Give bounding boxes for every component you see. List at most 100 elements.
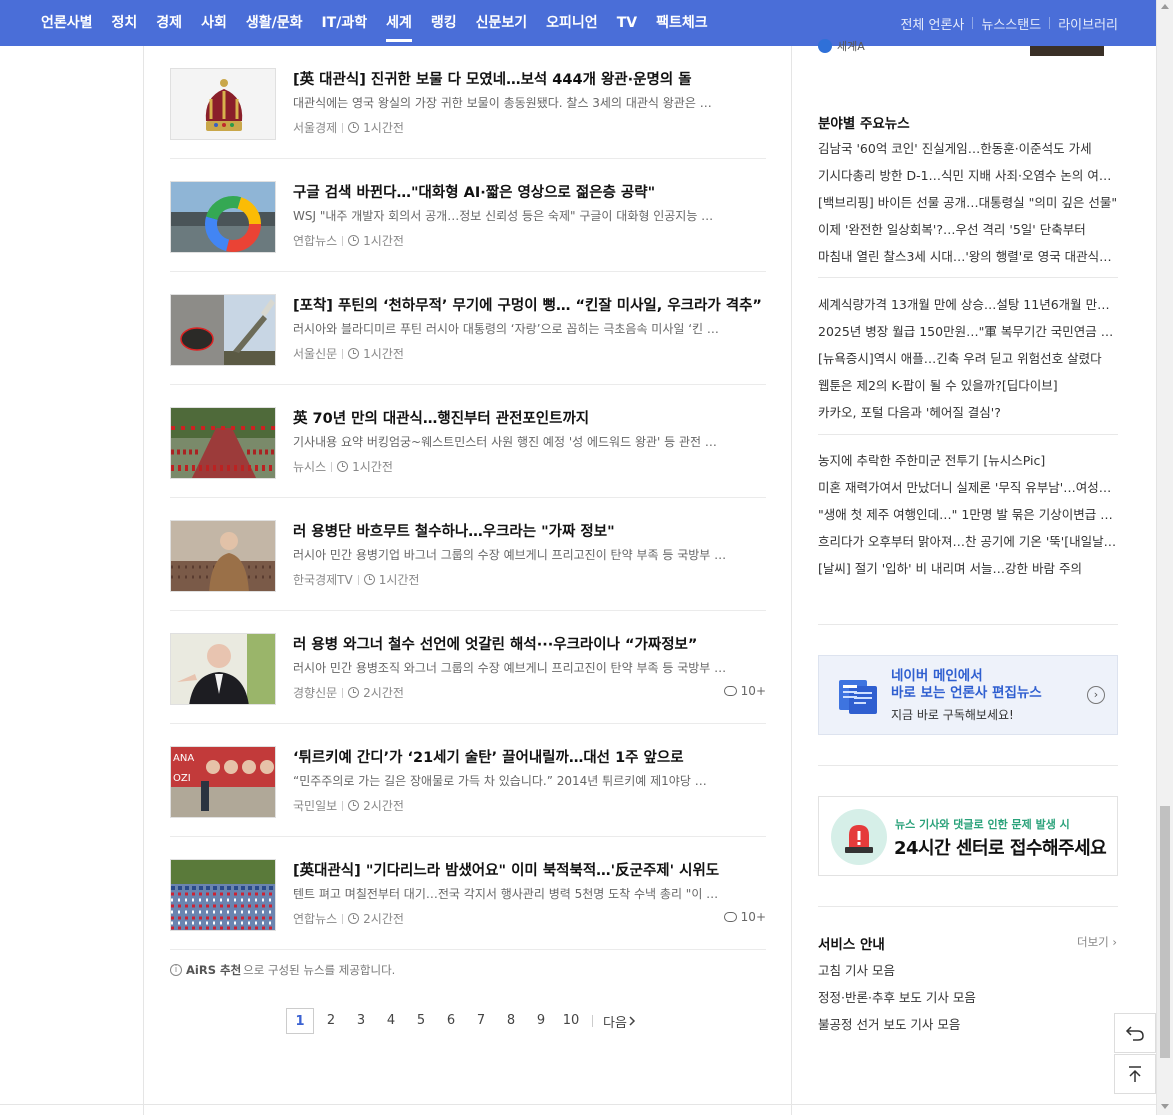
article-title[interactable]: 구글 검색 바뀐다…"대화형 AI·짧은 영상으로 젊은층 공략" <box>293 181 763 202</box>
article-item[interactable]: 英 70년 만의 대관식…행진부터 관전포인트까지 기사내용 요약 버킹엄궁~웨… <box>170 385 766 498</box>
article-item[interactable]: ANA OZI ‘튀르키예 간디’가 ‘21세기 술탄’ 끌어내릴까…대선 1주… <box>170 724 766 837</box>
article-title[interactable]: ‘튀르키예 간디’가 ‘21세기 술탄’ 끌어내릴까…대선 1주 앞으로 <box>293 746 763 767</box>
article-thumbnail[interactable] <box>170 633 276 705</box>
tab-life-culture[interactable]: 생활/문화 <box>246 0 303 46</box>
sidebar-top-thumbnail[interactable] <box>1030 46 1104 56</box>
press-name[interactable]: 국민일보 <box>293 797 337 814</box>
press-name[interactable]: 뉴시스 <box>293 458 326 475</box>
article-title[interactable]: 英 70년 만의 대관식…행진부터 관전포인트까지 <box>293 407 763 428</box>
page-5[interactable]: 5 <box>406 1008 436 1034</box>
newsstand-link[interactable]: 뉴스스탠드 <box>981 14 1041 33</box>
press-name[interactable]: 연합뉴스 <box>293 232 337 249</box>
page-4[interactable]: 4 <box>376 1008 406 1034</box>
press-name[interactable]: 한국경제TV <box>293 571 353 588</box>
sidebar-news-link[interactable]: 카카오, 포털 다음과 '헤어질 결심'? <box>818 399 1118 426</box>
service-link[interactable]: 정정·반론·추후 보도 기사 모음 <box>818 987 976 1006</box>
article-title[interactable]: 러 용병 와그너 철수 선언에 엇갈린 해석···우크라이나 “가짜정보” <box>293 633 763 654</box>
sidebar-news-link[interactable]: 흐리다가 오후부터 맑아져…찬 공기에 기온 '뚝'[내일날… <box>818 528 1118 555</box>
tab-society[interactable]: 사회 <box>201 0 227 46</box>
article-item[interactable]: 러 용병 와그너 철수 선언에 엇갈린 해석···우크라이나 “가짜정보” 러시… <box>170 611 766 724</box>
press-name[interactable]: 경향신문 <box>293 684 337 701</box>
undo-button[interactable] <box>1114 1013 1156 1053</box>
tab-it-science[interactable]: IT/과학 <box>321 0 367 46</box>
sidebar-news-link[interactable]: 세계식량가격 13개월 만에 상승…설탕 11년6개월 만에 … <box>818 291 1118 318</box>
scroll-up-arrow-icon[interactable] <box>1161 4 1169 9</box>
page-7[interactable]: 7 <box>466 1008 496 1034</box>
press-name[interactable]: 연합뉴스 <box>293 910 337 927</box>
tab-politics[interactable]: 정치 <box>112 0 138 46</box>
press-name[interactable]: 서울신문 <box>293 345 337 362</box>
article-item[interactable]: [英 대관식] 진귀한 보물 다 모였네…보석 444개 왕관·운명의 돌 대관… <box>170 46 766 159</box>
article-item[interactable]: [포착] 푸틴의 ‘천하무적’ 무기에 구멍이 뻥… “킨잘 미사일, 우크라가… <box>170 272 766 385</box>
sidebar-news-link[interactable]: 웹툰은 제2의 K-팝이 될 수 있을까?[딥다이브] <box>818 372 1118 399</box>
all-press-link[interactable]: 전체 언론사 <box>900 14 964 33</box>
sidebar-news-link[interactable]: 기시다총리 방한 D-1…식민 지배 사죄·오염수 논의 여부… <box>818 162 1118 189</box>
article-title[interactable]: [포착] 푸틴의 ‘천하무적’ 무기에 구멍이 뻥… “킨잘 미사일, 우크라가… <box>293 294 763 315</box>
press-name[interactable]: 서울경제 <box>293 119 337 136</box>
comment-count[interactable]: 10+ <box>723 910 766 924</box>
library-link[interactable]: 라이브러리 <box>1058 14 1118 33</box>
article-summary: 기사내용 요약 버킹엄궁~웨스트민스터 사원 행진 예정 '성 에드워드 왕관'… <box>293 435 717 449</box>
next-page-label: 다음 <box>603 1015 627 1031</box>
tab-ranking[interactable]: 랭킹 <box>431 0 457 46</box>
sidebar-top-partial[interactable]: 세계A <box>818 38 865 54</box>
tab-factcheck[interactable]: 팩트체크 <box>656 0 708 46</box>
undo-icon <box>1125 1026 1144 1041</box>
article-summary: 러시아 민간 용병기업 바그너 그룹의 수장 예브게니 프리고진이 탄약 부족 … <box>293 548 727 562</box>
airs-label[interactable]: AiRS 추천 <box>186 962 241 978</box>
sidebar-news-link[interactable]: 미혼 재력가여서 만났더니 실제론 '무직 유부남'…여성… <box>818 474 1118 501</box>
sidebar-news-link[interactable]: 김남국 '60억 코인' 진실게임…한동훈·이준석도 가세 <box>818 135 1118 162</box>
page-9[interactable]: 9 <box>526 1008 556 1034</box>
next-page-button[interactable]: 다음 <box>603 1012 637 1031</box>
sidebar-news-link[interactable]: 2025년 병장 월급 150만원…"軍 복무기간 국민연금 강… <box>818 318 1118 345</box>
article-item[interactable]: 러 용병단 바흐무트 철수하나…우크라는 "가짜 정보" 러시아 민간 용병기업… <box>170 498 766 611</box>
article-thumbnail[interactable] <box>170 181 276 253</box>
article-thumbnail[interactable]: ANA OZI <box>170 746 276 818</box>
page-2[interactable]: 2 <box>316 1008 346 1034</box>
sidebar-news-link[interactable]: 마침내 열린 찰스3세 시대…'왕의 행렬'로 영국 대관식… <box>818 243 1118 270</box>
tab-economy[interactable]: 경제 <box>156 0 182 46</box>
page-3[interactable]: 3 <box>346 1008 376 1034</box>
article-thumbnail[interactable] <box>170 294 276 366</box>
article-thumbnail[interactable] <box>170 407 276 479</box>
comment-count[interactable]: 10+ <box>723 684 766 698</box>
page-10[interactable]: 10 <box>556 1008 586 1034</box>
tab-tv[interactable]: TV <box>617 0 637 46</box>
left-border <box>143 46 144 1115</box>
divider <box>342 687 344 698</box>
article-title[interactable]: 러 용병단 바흐무트 철수하나…우크라는 "가짜 정보" <box>293 520 763 541</box>
sidebar-news-link[interactable]: [뉴욕증시]역시 애플…긴축 우려 딛고 위험선호 살렸다 <box>818 345 1118 372</box>
article-thumbnail[interactable] <box>170 520 276 592</box>
article-item[interactable]: [英대관식] "기다리느라 밤샜어요" 이미 북적북적…'反군주제' 시위도 텐… <box>170 837 766 950</box>
sidebar-news-link[interactable]: [백브리핑] 바이든 선물 공개…대통령실 "의미 깊은 선물" <box>818 189 1118 216</box>
banner-title: 네이버 메인에서 바로 보는 언론사 편집뉴스 <box>891 668 1042 702</box>
report-center-banner[interactable]: 뉴스 기사와 댓글로 인한 문제 발생 시 24시간 센터로 접수해주세요 <box>818 796 1118 876</box>
divider <box>818 906 1118 907</box>
scroll-down-arrow-icon[interactable] <box>1161 1104 1169 1109</box>
sidebar-news-link[interactable]: "생애 첫 제주 여행인데…" 1만명 발 묶은 기상이변급 … <box>818 501 1118 528</box>
tab-newspaper[interactable]: 신문보기 <box>476 0 528 46</box>
info-icon[interactable]: i <box>170 964 182 976</box>
sidebar-news-link[interactable]: [날씨] 절기 '입하' 비 내리며 서늘…강한 바람 주의 <box>818 555 1118 582</box>
page-8[interactable]: 8 <box>496 1008 526 1034</box>
sidebar-news-link[interactable]: 이제 '완전한 일상회복'?…우선 격리 '5일' 단축부터 <box>818 216 1118 243</box>
scrollbar[interactable] <box>1156 0 1173 1115</box>
subscribe-banner[interactable]: 네이버 메인에서 바로 보는 언론사 편집뉴스 지금 바로 구독해보세요! › <box>818 655 1118 735</box>
page-1[interactable]: 1 <box>286 1008 314 1034</box>
tab-world[interactable]: 세계 <box>386 0 412 46</box>
article-title[interactable]: [英 대관식] 진귀한 보물 다 모였네…보석 444개 왕관·운명의 돌 <box>293 68 763 89</box>
article-item[interactable]: 구글 검색 바뀐다…"대화형 AI·짧은 영상으로 젊은층 공략" WSJ "내… <box>170 159 766 272</box>
tab-opinion[interactable]: 오피니언 <box>546 0 598 46</box>
sidebar-news-link[interactable]: 농지에 추락한 주한미군 전투기 [뉴시스Pic] <box>818 447 1118 474</box>
page-6[interactable]: 6 <box>436 1008 466 1034</box>
scrollbar-thumb[interactable] <box>1160 806 1170 1058</box>
more-link[interactable]: 더보기 › <box>1077 934 1117 950</box>
service-link[interactable]: 고침 기사 모음 <box>818 960 895 979</box>
article-title[interactable]: [英대관식] "기다리느라 밤샜어요" 이미 북적북적…'反군주제' 시위도 <box>293 859 763 880</box>
article-thumbnail[interactable] <box>170 68 276 140</box>
service-link[interactable]: 불공정 선거 보도 기사 모음 <box>818 1014 960 1033</box>
tab-press[interactable]: 언론사별 <box>41 0 93 46</box>
section-news-title: 분야별 주요뉴스 <box>818 112 1118 132</box>
article-thumbnail[interactable] <box>170 859 276 931</box>
scroll-top-button[interactable] <box>1114 1054 1156 1094</box>
